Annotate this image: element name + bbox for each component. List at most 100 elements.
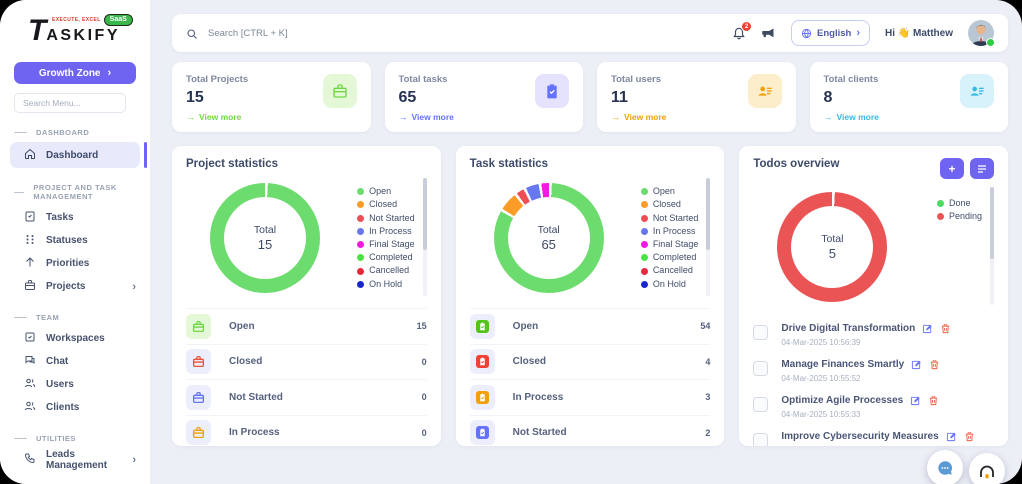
global-search-input[interactable]	[206, 26, 732, 40]
todo-checkbox[interactable]	[753, 325, 769, 340]
task-chart-zone: Total 65 Open Closed Not Started In Proce…	[470, 174, 711, 302]
todo-list-button[interactable]	[970, 158, 995, 179]
sidebar-item-dashboard[interactable]: Dashboard	[10, 142, 147, 168]
legend-dot	[640, 188, 648, 196]
legend-dot	[357, 201, 365, 209]
delete-icon[interactable]	[940, 323, 951, 334]
sidebar-item-chat[interactable]: Chat	[0, 350, 150, 373]
todo-item: Manage Finances Smartly 04-Mar-2025 10:5…	[753, 359, 994, 383]
view-more-link[interactable]: View more	[186, 112, 241, 122]
view-more-link[interactable]: View more	[611, 112, 666, 122]
edit-icon[interactable]	[910, 395, 921, 406]
legend-item[interactable]: Not Started	[640, 212, 698, 225]
sidebar-item-clients[interactable]: Clients	[0, 396, 150, 419]
legend-item[interactable]: Closed	[357, 198, 415, 211]
legend-item[interactable]: Open	[640, 185, 699, 198]
status-count: 3	[705, 392, 711, 403]
online-status-dot	[986, 38, 995, 47]
delete-icon[interactable]	[928, 395, 939, 406]
main-content: 2 English Hi 👋 Matthew Total Project	[150, 0, 1022, 484]
legend-dot	[640, 280, 648, 288]
legend-item[interactable]: Final Stage	[640, 238, 698, 251]
delete-icon[interactable]	[964, 431, 975, 442]
delete-icon[interactable]	[929, 359, 940, 370]
legend-item[interactable]: Cancelled	[640, 264, 699, 277]
legend-dot	[640, 267, 648, 275]
edit-icon[interactable]	[922, 323, 933, 334]
legend-dot	[357, 267, 365, 275]
donut-center-label: Total	[253, 224, 277, 236]
status-label: In Process	[512, 391, 564, 403]
add-todo-button[interactable]: +	[940, 158, 965, 179]
user-greeting: Hi 👋 Matthew	[884, 27, 953, 39]
status-row: Open 15	[186, 308, 427, 344]
todo-title: Improve Cybersecurity Measures	[781, 431, 939, 442]
legend-scrollbar[interactable]	[990, 187, 995, 305]
legend-item[interactable]: Not Started	[357, 212, 415, 225]
legend-dot	[357, 214, 365, 222]
legend-item[interactable]: Cancelled	[357, 264, 415, 277]
edit-icon[interactable]	[946, 431, 957, 442]
sidebar-search-input[interactable]	[14, 93, 126, 113]
support-widget-button[interactable]	[969, 453, 1005, 484]
todo-timestamp: 04-Mar-2025 10:56:39	[781, 338, 861, 347]
legend-item[interactable]: In Process	[640, 225, 699, 238]
todo-checkbox[interactable]	[753, 397, 769, 412]
status-row: In Process 3	[469, 379, 711, 415]
view-more-link[interactable]: View more	[399, 112, 454, 122]
chat-widget-button[interactable]	[927, 450, 963, 484]
legend-item[interactable]: Completed	[640, 251, 699, 264]
sidebar-item-label: Statuses	[46, 235, 88, 246]
status-label: Open	[512, 320, 539, 332]
status-row: Closed 4	[469, 343, 711, 380]
sidebar-item-leads-management[interactable]: Leads Management ›	[0, 448, 150, 471]
sidebar-item-workspaces[interactable]: Workspaces	[0, 327, 150, 350]
sidebar-item-priorities[interactable]: Priorities	[0, 252, 150, 275]
status-row: Not Started 0	[186, 379, 427, 415]
legend-item[interactable]: Done	[936, 197, 982, 210]
chart-legend: Done Pending	[936, 197, 982, 223]
avatar[interactable]	[968, 20, 995, 47]
growth-zone-button[interactable]: Growth Zone	[14, 62, 136, 84]
sidebar-section-projects: PROJECT AND TASK MANAGEMENT	[14, 183, 150, 201]
sidebar-item-projects[interactable]: Projects ›	[0, 275, 150, 298]
todo-checkbox[interactable]	[753, 433, 769, 446]
clients-icon	[24, 400, 36, 415]
legend-item[interactable]: Completed	[357, 251, 415, 264]
todo-checkbox[interactable]	[753, 361, 769, 376]
task-status-list: Open 54 Closed 4 In Process 3 Not Starte…	[469, 308, 711, 446]
language-selector[interactable]: English	[791, 20, 870, 46]
sidebar-section-team: TEAM	[14, 313, 150, 322]
chevron-right-icon: ›	[132, 453, 136, 466]
legend-dot	[357, 254, 365, 262]
project-chart-zone: Total 15 Open Closed Not Started In Proce…	[186, 174, 427, 302]
legend-item[interactable]: Pending	[936, 210, 982, 223]
sidebar-item-users[interactable]: Users	[0, 373, 150, 396]
legend-scrollbar[interactable]	[422, 178, 427, 296]
legend-item[interactable]: Final Stage	[357, 238, 415, 251]
phone-icon	[24, 452, 36, 467]
legend-item[interactable]: Open	[357, 185, 415, 198]
view-more-link[interactable]: View more	[824, 112, 879, 122]
legend-item[interactable]: Closed	[640, 198, 699, 211]
sidebar-item-statuses[interactable]: Statuses	[0, 229, 150, 252]
support-widget-icon	[980, 465, 994, 479]
section-dash-icon	[14, 317, 27, 318]
sidebar: EXECUTE, EXCEL SaaS T ASKIFY Growth Zone…	[0, 0, 150, 484]
logo-t-letter: T	[28, 14, 47, 47]
notifications-button[interactable]: 2	[732, 21, 752, 40]
legend-item[interactable]: In Process	[357, 225, 415, 238]
status-count: 15	[416, 321, 427, 332]
sidebar-item-tasks[interactable]: Tasks	[0, 206, 150, 229]
legend-item[interactable]: On Hold	[640, 278, 699, 291]
project-donut-chart: Total 15	[210, 183, 320, 293]
legend-scrollbar[interactable]	[706, 178, 711, 296]
taskify-logo[interactable]: EXECUTE, EXCEL SaaS T ASKIFY	[12, 14, 138, 52]
topbar: 2 English Hi 👋 Matthew	[172, 14, 1008, 52]
edit-icon[interactable]	[911, 359, 922, 370]
legend-item[interactable]: On Hold	[357, 278, 415, 291]
legend-dot	[357, 280, 365, 288]
announcements-button[interactable]	[761, 26, 776, 41]
briefcase-icon	[186, 384, 211, 410]
total-projects-card: Total Projects 15 View more	[172, 62, 371, 132]
